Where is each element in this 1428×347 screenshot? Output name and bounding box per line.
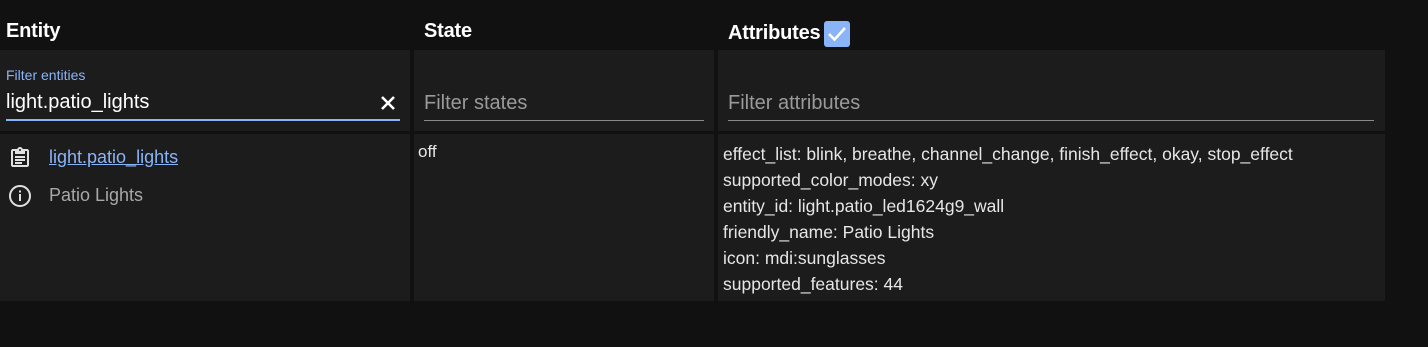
entity-filter-label: Filter entities [6, 67, 86, 83]
attribute-line: friendly_name: Patio Lights [723, 222, 935, 242]
attribute-line: icon: mdi:sunglasses [723, 248, 886, 268]
check-icon [828, 27, 847, 42]
clear-entity-filter-button[interactable] [378, 93, 398, 113]
attributes-list: effect_list: blink, breathe, channel_cha… [723, 141, 1293, 297]
attribute-line: supported_color_modes: xy [723, 170, 938, 190]
attribute-line: effect_list: blink, breathe, channel_cha… [723, 144, 1293, 164]
entity-column-header: Entity [6, 20, 61, 42]
state-filter-input[interactable]: Filter states [424, 92, 527, 115]
attributes-filter-cell [718, 50, 1385, 131]
attributes-checkbox[interactable] [824, 21, 851, 47]
attributes-filter-input[interactable]: Filter attributes [728, 92, 860, 115]
entity-filter-input[interactable]: light.patio_lights [6, 91, 149, 114]
state-column-header: State [424, 20, 472, 42]
attributes-column-header: Attributes [728, 20, 851, 47]
developer-tools-states: Entity State Attributes Filter entities … [0, 0, 1428, 347]
entity-id-link[interactable]: light.patio_lights [49, 147, 178, 168]
close-icon [381, 96, 395, 110]
state-value: off [418, 142, 437, 161]
state-cell [414, 134, 714, 301]
attributes-header-label: Attributes [728, 21, 821, 44]
clipboard-icon[interactable] [8, 146, 32, 175]
entity-friendly-name: Patio Lights [49, 185, 144, 205]
attributes-filter-underline [728, 120, 1374, 121]
entity-filter-underline [6, 119, 400, 121]
attribute-line: supported_features: 44 [723, 274, 903, 294]
state-filter-cell [414, 50, 714, 131]
info-circle-icon[interactable] [8, 184, 32, 213]
state-filter-underline [424, 120, 704, 121]
attribute-line: entity_id: light.patio_led1624g9_wall [723, 196, 1005, 216]
